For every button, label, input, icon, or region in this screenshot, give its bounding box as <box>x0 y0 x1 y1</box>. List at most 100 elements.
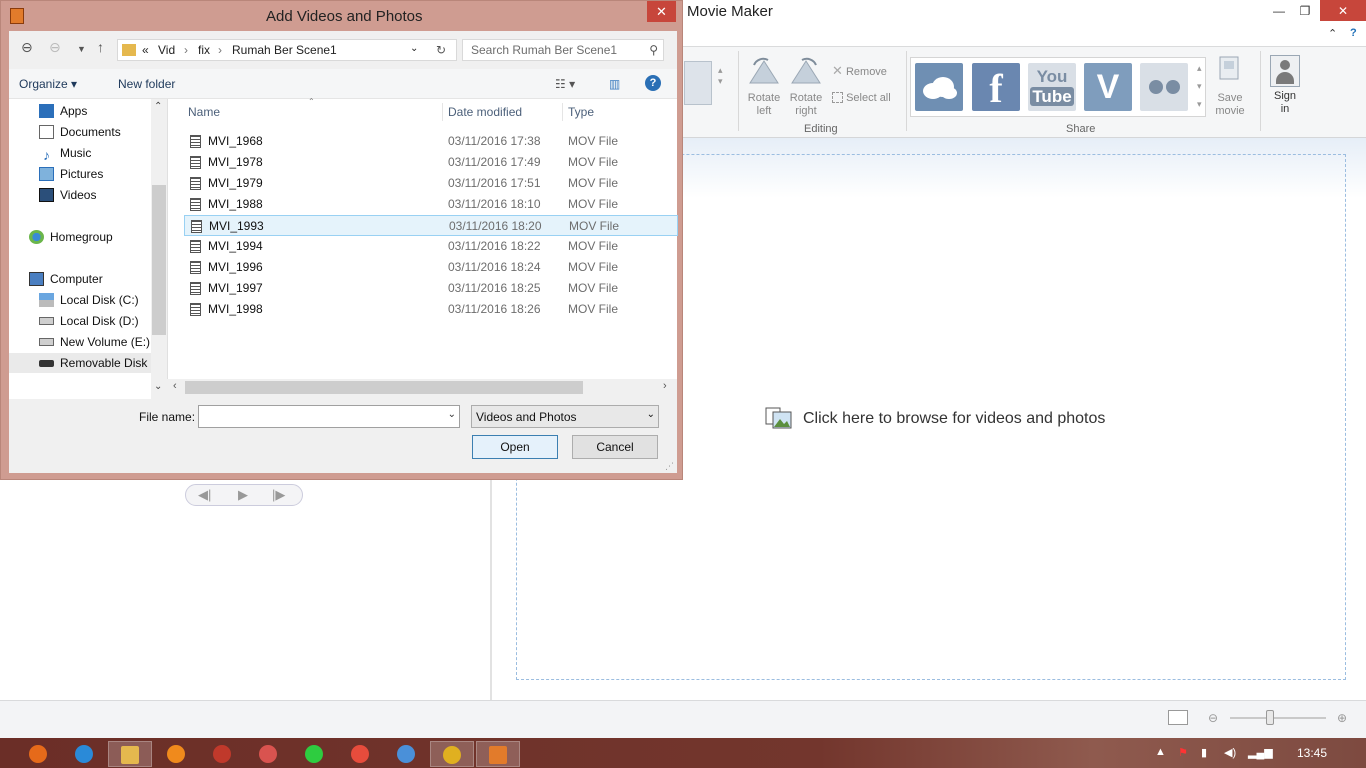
column-date-modified[interactable]: Date modified <box>448 105 522 119</box>
flickr-icon[interactable] <box>1140 63 1188 111</box>
chevron-down-icon[interactable]: ⌄ <box>647 409 655 420</box>
column-name[interactable]: Name <box>188 105 220 119</box>
file-row[interactable]: MVI_1998 03/11/2016 18:26 MOV File <box>184 299 678 320</box>
play-icon[interactable]: ▶ <box>238 487 248 503</box>
horizontal-scrollbar-thumb[interactable] <box>185 381 583 394</box>
nav-scrollbar-thumb[interactable] <box>152 185 166 335</box>
facebook-icon[interactable]: f <box>972 63 1020 111</box>
file-row[interactable]: MVI_1994 03/11/2016 18:22 MOV File <box>184 236 678 257</box>
file-row[interactable]: MVI_1993 03/11/2016 18:20 MOV File <box>184 215 678 236</box>
address-bar[interactable]: « Vid › fix › Rumah Ber Scene1 ⌄ ↻ <box>117 39 457 61</box>
taskbar-firefox[interactable] <box>16 741 60 767</box>
sign-in-button[interactable]: Sign in <box>1268 55 1302 116</box>
column-type[interactable]: Type <box>568 105 594 119</box>
preview-pane-icon[interactable]: ▥ <box>609 77 620 91</box>
close-icon[interactable]: ✕ <box>1320 0 1366 21</box>
taskbar-line[interactable] <box>292 741 336 767</box>
back-icon[interactable]: ⊖ <box>21 39 33 56</box>
file-row[interactable]: MVI_1979 03/11/2016 17:51 MOV File <box>184 173 678 194</box>
refresh-icon[interactable]: ↻ <box>436 43 446 57</box>
remove-button[interactable]: ✕ Remove <box>832 63 887 79</box>
breadcrumb-fix[interactable]: fix <box>198 43 210 57</box>
scroll-up-icon[interactable]: ⌃ <box>154 101 162 112</box>
address-dropdown-icon[interactable]: ⌄ <box>410 43 418 54</box>
forward-icon[interactable]: ⊖ <box>49 39 61 56</box>
file-row[interactable]: MVI_1997 03/11/2016 18:25 MOV File <box>184 278 678 299</box>
file-row[interactable]: MVI_1968 03/11/2016 17:38 MOV File <box>184 131 678 152</box>
rotate-right-button[interactable]: Rotate right <box>788 57 824 118</box>
breadcrumb-vid[interactable]: Vid <box>158 43 175 57</box>
restore-icon[interactable]: ❐ <box>1292 0 1318 22</box>
breadcrumb-separator-icon[interactable]: › <box>218 43 222 57</box>
zoom-slider-knob[interactable] <box>1266 710 1274 725</box>
horizontal-scrollbar[interactable]: ‹ › <box>167 379 677 396</box>
recent-locations-icon[interactable]: ▼ <box>77 44 86 54</box>
vimeo-icon[interactable]: V <box>1084 63 1132 111</box>
scroll-left-icon[interactable]: ‹ <box>173 380 177 392</box>
help-icon[interactable]: ? <box>645 75 661 91</box>
zoom-slider-track[interactable] <box>1230 717 1326 719</box>
select-all-button[interactable]: Select all <box>832 92 891 104</box>
file-type-select[interactable]: Videos and Photos ⌄ <box>471 405 659 428</box>
nav-item-local-disk-c[interactable]: Local Disk (C:) <box>39 290 139 310</box>
nav-scrollbar[interactable]: ⌃ ⌄ <box>151 99 167 399</box>
nav-item-documents[interactable]: Documents <box>39 122 121 142</box>
signal-icon[interactable]: ▂▄▆ <box>1248 746 1273 759</box>
resize-grip-icon[interactable]: ⋰ <box>665 461 674 472</box>
show-hidden-icons-icon[interactable]: ▲ <box>1155 746 1166 758</box>
dialog-close-icon[interactable]: ✕ <box>647 1 676 22</box>
nav-item-homegroup[interactable]: Homegroup <box>29 227 113 247</box>
zoom-out-icon[interactable]: ⊖ <box>1208 711 1218 725</box>
scroll-arrows-icon[interactable]: ▴ ▾ <box>718 65 723 87</box>
up-icon[interactable]: ↑ <box>97 39 104 55</box>
taskbar-avast[interactable] <box>154 741 198 767</box>
previous-frame-icon[interactable]: ◀︎| <box>198 487 211 503</box>
taskbar-chrome[interactable] <box>430 741 474 767</box>
open-button[interactable]: Open <box>472 435 558 459</box>
file-name-field[interactable]: ⌄ <box>198 405 460 428</box>
taskbar-app-6[interactable] <box>246 741 290 767</box>
new-folder-button[interactable]: New folder <box>118 77 175 91</box>
taskbar-movie-maker[interactable] <box>476 741 520 767</box>
breadcrumb-separator-icon[interactable]: › <box>184 43 188 57</box>
battery-icon[interactable]: ▮ <box>1201 746 1207 759</box>
breadcrumb-current[interactable]: Rumah Ber Scene1 <box>232 43 337 57</box>
taskbar-file-explorer[interactable] <box>108 741 152 767</box>
volume-icon[interactable]: ◀) <box>1224 746 1236 759</box>
search-box[interactable]: Search Rumah Ber Scene1 ⚲ <box>462 39 664 61</box>
network-error-icon[interactable]: ⚑ <box>1178 746 1188 759</box>
taskbar-chrome-remote[interactable] <box>384 741 428 767</box>
nav-item-music[interactable]: ♪ Music <box>39 143 91 163</box>
chevron-down-icon[interactable]: ⌄ <box>448 409 456 420</box>
view-options-icon[interactable]: ☷ ▾ <box>555 77 575 91</box>
taskbar-app-8[interactable] <box>338 741 382 767</box>
nav-item-apps[interactable]: Apps <box>39 101 87 121</box>
file-row[interactable]: MVI_1996 03/11/2016 18:24 MOV File <box>184 257 678 278</box>
gallery-scroll-icon[interactable]: ▴ ▾ ▾ <box>1197 59 1202 113</box>
nav-item-new-volume-e[interactable]: New Volume (E:) <box>39 332 150 352</box>
organize-button[interactable]: Organize ▾ <box>19 77 77 91</box>
cancel-button[interactable]: Cancel <box>572 435 658 459</box>
zoom-in-icon[interactable]: ⊕ <box>1337 711 1347 725</box>
search-icon[interactable]: ⚲ <box>649 43 658 57</box>
youtube-icon[interactable]: You Tube <box>1028 63 1076 111</box>
next-frame-icon[interactable]: |▶︎ <box>272 487 285 503</box>
search-input[interactable]: Search Rumah Ber Scene1 <box>471 43 617 57</box>
file-row[interactable]: MVI_1978 03/11/2016 17:49 MOV File <box>184 152 678 173</box>
scroll-right-icon[interactable]: › <box>663 380 667 392</box>
nav-item-computer[interactable]: Computer <box>29 269 103 289</box>
minimize-icon[interactable]: — <box>1266 0 1292 22</box>
visual-effect-thumbnail[interactable] <box>684 61 712 105</box>
scroll-down-icon[interactable]: ⌄ <box>154 381 162 392</box>
help-icon[interactable]: ? <box>1350 27 1357 39</box>
nav-item-local-disk-d[interactable]: Local Disk (D:) <box>39 311 139 331</box>
chevron-up-icon[interactable]: ⌃ <box>1328 27 1337 40</box>
breadcrumb-overflow[interactable]: « <box>142 43 149 57</box>
clock[interactable]: 13:45 <box>1297 746 1327 760</box>
onedrive-icon[interactable] <box>915 63 963 111</box>
save-movie-button[interactable]: Save movie <box>1210 55 1250 118</box>
aspect-ratio-icon[interactable] <box>1168 710 1188 725</box>
taskbar-app-5[interactable] <box>200 741 244 767</box>
nav-item-pictures[interactable]: Pictures <box>39 164 103 184</box>
rotate-left-button[interactable]: Rotate left <box>746 57 782 118</box>
